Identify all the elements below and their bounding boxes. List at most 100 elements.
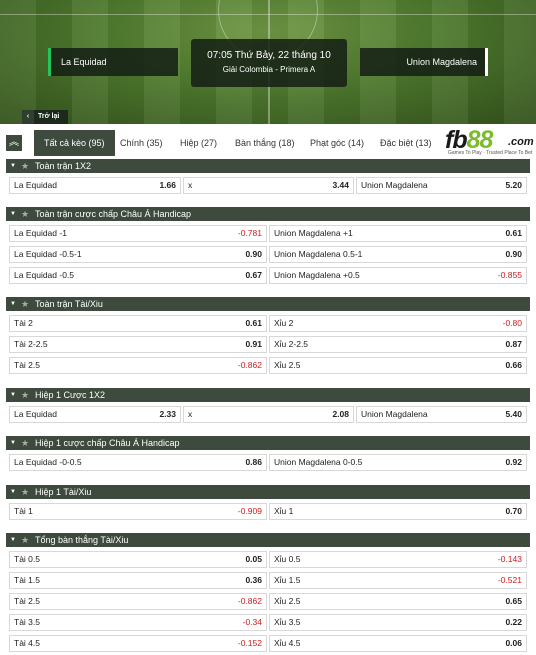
odds-cell[interactable]: Tài 3.5 -0.34: [9, 614, 267, 631]
selection-label: Tài 2.5: [14, 360, 40, 370]
collapse-all-icon[interactable]: ︽: [6, 135, 22, 151]
odds-cell[interactable]: Xỉu 2 -0.80: [269, 315, 527, 332]
selection-label: La Equidad: [14, 180, 58, 190]
star-icon[interactable]: ★: [21, 485, 29, 499]
selection-label: La Equidad -0.5-1: [14, 249, 82, 259]
selection-label: Tài 1: [14, 506, 33, 516]
odds-value: 0.70: [505, 506, 522, 516]
handicap-line: 0.5: [286, 554, 301, 564]
section-header[interactable]: ▼ ★ Hiệp 1 Cược 1X2: [6, 388, 530, 402]
odds-cell[interactable]: Tài 1.5 0.36: [9, 572, 267, 589]
odds-cell[interactable]: La Equidad -0.5 0.67: [9, 267, 267, 284]
odds-cell[interactable]: Union Magdalena 0.5-1 0.90: [269, 246, 527, 263]
odds-cell[interactable]: x 3.44: [183, 177, 354, 194]
odds-cell[interactable]: Xỉu 4.5 0.06: [269, 635, 527, 652]
star-icon[interactable]: ★: [21, 388, 29, 402]
odds-value: 0.90: [505, 249, 522, 259]
odds-cell[interactable]: Tài 2.5 -0.862: [9, 593, 267, 610]
odds-cell[interactable]: x 2.08: [183, 406, 354, 423]
caret-down-icon[interactable]: ▼: [10, 436, 16, 450]
odds-value: -0.909: [237, 506, 262, 516]
odds-cell[interactable]: Tài 2 0.61: [9, 315, 267, 332]
caret-down-icon[interactable]: ▼: [10, 297, 16, 311]
odds-cell[interactable]: La Equidad 2.33: [9, 406, 181, 423]
odds-cell[interactable]: La Equidad -0-0.5 0.86: [9, 454, 267, 471]
odds-cell[interactable]: La Equidad -0.5-1 0.90: [9, 246, 267, 263]
handicap-line: 1: [25, 506, 33, 516]
chevron-left-icon: ‹: [22, 110, 34, 124]
selection-label: Xỉu 2-2.5: [274, 339, 309, 349]
odds-value: -0.34: [242, 617, 262, 627]
section-header[interactable]: ▼ ★ Toàn trận Tài/Xiu: [6, 297, 530, 311]
section-title: Hiệp 1 Cược 1X2: [35, 390, 105, 400]
odds-value: 0.61: [505, 228, 522, 238]
selection-label: Union Magdalena 0-0.5: [274, 457, 363, 467]
odds-cell[interactable]: Xỉu 2.5 0.66: [269, 357, 527, 374]
odds-cell[interactable]: Xỉu 2.5 0.65: [269, 593, 527, 610]
odds-cell[interactable]: Union Magdalena 5.40: [356, 406, 527, 423]
odds-cell[interactable]: Tài 1 -0.909: [9, 503, 267, 520]
selection-label: La Equidad -1: [14, 228, 67, 238]
odds-cell[interactable]: Xỉu 1.5 -0.521: [269, 572, 527, 589]
handicap-line: -0.5-1: [57, 249, 82, 259]
tab-half[interactable]: Hiệp (27): [180, 130, 217, 156]
section-header[interactable]: ▼ ★ Toàn trận 1X2: [6, 159, 530, 173]
home-team-box: La Equidad: [48, 48, 178, 76]
section-title: Toàn trận cược chấp Châu Á Handicap: [35, 209, 192, 219]
odds-cell[interactable]: Tài 0.5 0.05: [9, 551, 267, 568]
handicap-line: +1: [340, 228, 353, 238]
odds-cell[interactable]: Union Magdalena 5.20: [356, 177, 527, 194]
odds-cell[interactable]: Xỉu 0.5 -0.143: [269, 551, 527, 568]
selection-label: Xỉu 2: [274, 318, 294, 328]
odds-value: 0.05: [245, 554, 262, 564]
handicap-line: -0-0.5: [57, 457, 82, 467]
odds-cell[interactable]: Tài 2.5 -0.862: [9, 357, 267, 374]
odds-cell[interactable]: Union Magdalena +1 0.61: [269, 225, 527, 242]
selection-label: Union Magdalena +0.5: [274, 270, 360, 280]
tab-special[interactable]: Đặc biệt (13): [380, 130, 432, 156]
selection-label: La Equidad -0-0.5: [14, 457, 82, 467]
odds-cell[interactable]: Tài 2-2.5 0.91: [9, 336, 267, 353]
odds-value: -0.862: [237, 360, 262, 370]
tab-all[interactable]: Tất cả kèo (95): [34, 130, 115, 156]
star-icon[interactable]: ★: [21, 297, 29, 311]
caret-down-icon[interactable]: ▼: [10, 485, 16, 499]
odds-cell[interactable]: Xỉu 1 0.70: [269, 503, 527, 520]
odds-cell[interactable]: La Equidad -1 -0.781: [9, 225, 267, 242]
caret-down-icon[interactable]: ▼: [10, 159, 16, 173]
star-icon[interactable]: ★: [21, 533, 29, 547]
section-header[interactable]: ▼ ★ Toàn trận cược chấp Châu Á Handicap: [6, 207, 530, 221]
odds-cell[interactable]: Xỉu 3.5 0.22: [269, 614, 527, 631]
odds-value: 5.20: [505, 180, 522, 190]
section-header[interactable]: ▼ ★ Hiệp 1 Tài/Xiu: [6, 485, 530, 499]
match-datetime: 07:05 Thứ Bảy, 22 tháng 10: [207, 50, 331, 61]
selection-label: Union Magdalena: [361, 409, 428, 419]
back-button[interactable]: ‹ Trở lại: [22, 110, 68, 124]
handicap-line: 3.5: [25, 617, 40, 627]
selection-label: Xỉu 0.5: [274, 554, 301, 564]
selection-label: Xỉu 3.5: [274, 617, 301, 627]
tab-goals[interactable]: Bàn thắng (18): [235, 130, 295, 156]
section-header[interactable]: ▼ ★ Hiệp 1 cược chấp Châu Á Handicap: [6, 436, 530, 450]
handicap-line: -1: [57, 228, 67, 238]
odds-cell[interactable]: Xỉu 2-2.5 0.87: [269, 336, 527, 353]
odds-cell[interactable]: La Equidad 1.66: [9, 177, 181, 194]
selection-label: Tài 0.5: [14, 554, 40, 564]
star-icon[interactable]: ★: [21, 436, 29, 450]
star-icon[interactable]: ★: [21, 159, 29, 173]
caret-down-icon[interactable]: ▼: [10, 533, 16, 547]
odds-cell[interactable]: Union Magdalena +0.5 -0.855: [269, 267, 527, 284]
odds-cell[interactable]: Tài 4.5 -0.152: [9, 635, 267, 652]
caret-down-icon[interactable]: ▼: [10, 207, 16, 221]
away-team-name: Union Magdalena: [406, 57, 477, 67]
odds-value: 0.66: [505, 360, 522, 370]
section-header[interactable]: ▼ ★ Tổng bàn thắng Tài/Xiu: [6, 533, 530, 547]
tab-main[interactable]: Chính (35): [120, 130, 163, 156]
selection-label: Union Magdalena: [361, 180, 428, 190]
tab-corners[interactable]: Phạt góc (14): [310, 130, 364, 156]
odds-value: 0.90: [245, 249, 262, 259]
caret-down-icon[interactable]: ▼: [10, 388, 16, 402]
odds-value: 0.67: [245, 270, 262, 280]
star-icon[interactable]: ★: [21, 207, 29, 221]
odds-cell[interactable]: Union Magdalena 0-0.5 0.92: [269, 454, 527, 471]
